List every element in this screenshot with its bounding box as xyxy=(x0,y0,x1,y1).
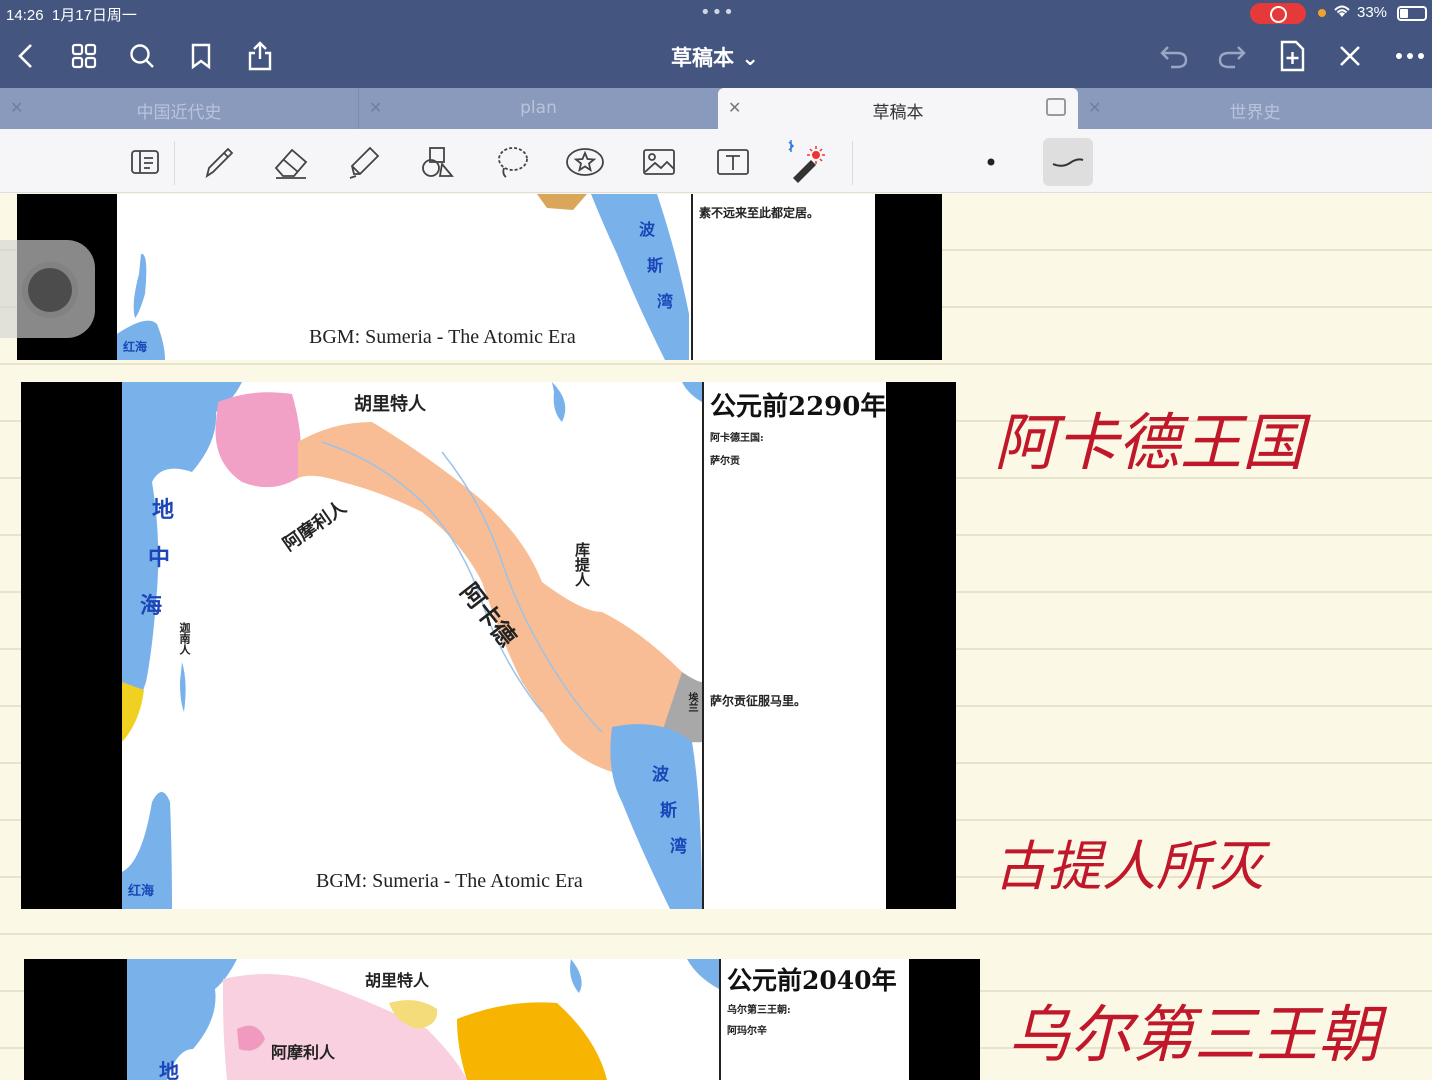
map-image: 胡里特人 阿摩利人 地 xyxy=(127,959,719,1080)
undo-icon[interactable] xyxy=(1156,38,1192,74)
slide-year: 公元前2040年 xyxy=(727,966,897,995)
tab-label: 草稿本 xyxy=(872,103,924,123)
mic-indicator-icon xyxy=(1318,9,1326,17)
top-bar: 14:26 1月17日周一 ••• 33% 草稿本 ⌄ xyxy=(0,0,1432,88)
image-icon[interactable] xyxy=(638,141,680,183)
map-image: 胡里特人 阿摩利人 阿卡德 库提人 地 中 海 迦南人 埃兰 波 斯 湾 红海 … xyxy=(122,382,702,909)
status-time: 14:26 1月17日周一 xyxy=(6,7,137,24)
assistive-touch-icon xyxy=(28,268,72,312)
tab-label: 中国近代史 xyxy=(136,103,222,123)
slide-ruler: 阿玛尔辛 xyxy=(727,1026,767,1037)
slide-notes: 公元前2290年 阿卡德王国: 萨尔贡 萨尔贡征服马里。 xyxy=(702,382,886,909)
more-icon[interactable] xyxy=(1392,38,1428,74)
slide-note: 萨尔贡征服马里。 xyxy=(710,694,807,708)
map-label-mediterranean: 海 xyxy=(140,593,163,619)
multitask-dots-icon[interactable]: ••• xyxy=(700,2,735,23)
slide-notes: 公元前2040年 乌尔第三王朝: 阿玛尔辛 xyxy=(719,959,909,1080)
map-label-red-sea: 红海 xyxy=(128,884,155,899)
battery-percent: 33% xyxy=(1357,4,1388,21)
slide-subtitle: 阿卡德王国: xyxy=(710,433,764,444)
map-label-gutians: 库提人 xyxy=(573,542,591,587)
pen-icon[interactable] xyxy=(198,141,240,183)
eraser-icon[interactable] xyxy=(270,141,312,183)
slide-akkad[interactable]: 胡里特人 阿摩利人 阿卡德 库提人 地 中 海 迦南人 埃兰 波 斯 湾 红海 … xyxy=(21,382,956,909)
status-bar: 14:26 1月17日周一 ••• 33% xyxy=(0,0,1432,28)
slide-top[interactable]: 波 斯 湾 红海 BGM: Sumeria - The Atomic Era 素… xyxy=(17,194,942,360)
map-label-gulf: 湾 xyxy=(657,292,674,311)
assistive-touch-button[interactable] xyxy=(0,240,95,338)
back-icon[interactable] xyxy=(8,38,44,74)
map-label-mediterranean: 地 xyxy=(159,1059,179,1080)
map-label-canaanites: 迦南人 xyxy=(178,622,191,655)
tab-draft[interactable]: ✕ 草稿本 xyxy=(718,88,1078,129)
redo-icon[interactable] xyxy=(1214,38,1250,74)
bookmark-icon[interactable] xyxy=(183,38,219,74)
highlighter-icon[interactable] xyxy=(344,141,386,183)
handwriting-destroyed-by-gutians[interactable]: 古提人所灭 xyxy=(994,822,1264,901)
tab-label: 世界史 xyxy=(1229,103,1281,123)
tab-plan[interactable]: ✕ plan xyxy=(358,88,718,129)
grid-view-icon[interactable] xyxy=(66,38,102,74)
map-label-mediterranean: 地 xyxy=(152,497,175,523)
tab-chinese-modern-history[interactable]: ✕ 中国近代史 xyxy=(0,88,358,129)
map-label-amorites: 阿摩利人 xyxy=(271,1043,336,1062)
document-tabs: ✕ 中国近代史 ✕ plan ✕ 草稿本 ✕ 世界史 xyxy=(0,88,1432,129)
map-label-red-sea: 红海 xyxy=(123,340,148,354)
drawing-toolbar xyxy=(0,129,1432,193)
tab-world-history[interactable]: ✕ 世界史 xyxy=(1078,88,1432,129)
split-view-icon[interactable] xyxy=(1046,98,1066,116)
share-icon[interactable] xyxy=(242,38,278,74)
add-page-icon[interactable] xyxy=(1274,38,1310,74)
map-label-elam: 埃兰 xyxy=(686,692,697,712)
map-image: 波 斯 湾 红海 BGM: Sumeria - The Atomic Era xyxy=(117,194,691,360)
map-label-hurrians: 胡里特人 xyxy=(365,971,430,990)
map-label-mediterranean: 中 xyxy=(148,545,171,571)
battery-icon xyxy=(1397,6,1427,21)
stroke-style-icon[interactable] xyxy=(1043,138,1093,186)
search-icon[interactable] xyxy=(124,38,160,74)
laser-pointer-icon[interactable] xyxy=(784,140,826,183)
map-label-gulf: 斯 xyxy=(647,256,664,275)
read-mode-icon[interactable] xyxy=(124,141,166,183)
slide-ur-iii[interactable]: 胡里特人 阿摩利人 地 公元前2040年 乌尔第三王朝: 阿玛尔辛 xyxy=(24,959,980,1080)
slide-note: 素不远来至此都定居。 xyxy=(699,206,820,220)
handwriting-ur-third-dynasty[interactable]: 乌尔第三王朝 xyxy=(1008,984,1380,1074)
handwriting-akkad-kingdom[interactable]: 阿卡德王国 xyxy=(994,392,1304,482)
map-label-gulf: 斯 xyxy=(660,801,677,821)
map-label-gulf: 波 xyxy=(652,765,669,785)
document-title[interactable]: 草稿本 ⌄ xyxy=(640,42,790,72)
map-caption: BGM: Sumeria - The Atomic Era xyxy=(316,870,583,892)
slide-year: 公元前2290年 xyxy=(710,392,887,422)
sticker-icon[interactable] xyxy=(564,141,606,183)
close-tools-icon[interactable] xyxy=(1332,38,1368,74)
tab-label: plan xyxy=(520,98,557,118)
slide-ruler: 萨尔贡 xyxy=(710,456,740,467)
map-label-gulf: 湾 xyxy=(670,837,687,857)
shapes-icon[interactable] xyxy=(418,141,460,183)
text-icon[interactable] xyxy=(712,141,754,183)
screen-record-icon[interactable] xyxy=(1250,3,1306,24)
notebook-page[interactable]: 波 斯 湾 红海 BGM: Sumeria - The Atomic Era 素… xyxy=(0,194,1432,1080)
slide-subtitle: 乌尔第三王朝: xyxy=(727,1005,791,1016)
map-label-hurrians: 胡里特人 xyxy=(354,394,426,415)
stroke-size-dot-icon[interactable] xyxy=(970,141,1012,183)
map-label-gulf: 波 xyxy=(639,220,656,239)
lasso-icon[interactable] xyxy=(492,141,534,183)
slide-notes: 素不远来至此都定居。 xyxy=(691,194,875,360)
wifi-icon xyxy=(1332,3,1352,23)
map-caption: BGM: Sumeria - The Atomic Era xyxy=(309,326,576,348)
